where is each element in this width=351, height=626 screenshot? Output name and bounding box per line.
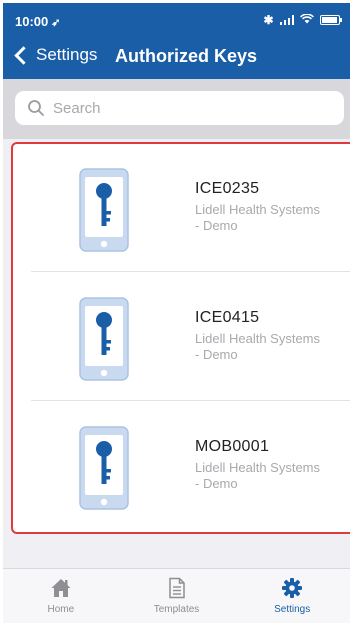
cell-signal-icon: [279, 15, 294, 25]
top-bar: 10:00 ➶ ✱ Settings Authorized Keys: [3, 3, 350, 79]
phone-key-icon: [79, 297, 129, 381]
key-organization: Lidell Health Systems - Demo: [195, 460, 320, 492]
key-id: MOB0001: [195, 438, 270, 455]
tab-label: Settings: [274, 604, 311, 615]
authorized-keys-list: ICE0235 Lidell Health Systems - Demo ICE…: [11, 142, 350, 534]
key-organization-line: Lidell Health Systems: [195, 460, 320, 475]
key-id: ICE0235: [195, 180, 260, 197]
search-bar-container: [3, 79, 350, 139]
app-screen: 10:00 ➶ ✱ Settings Authorized Keys Searc…: [0, 0, 351, 626]
home-icon: [51, 579, 71, 597]
status-indicators: ✱: [263, 13, 342, 27]
status-time-text: 10:00: [15, 14, 49, 29]
bluetooth-icon: ✱: [263, 13, 274, 27]
key-details: ICE0235 Lidell Health Systems - Demo: [195, 180, 320, 234]
tab-templates[interactable]: Templates: [119, 569, 235, 623]
back-button-label: Settings: [36, 45, 98, 64]
list-item[interactable]: ICE0415 Lidell Health Systems - Demo: [13, 273, 350, 401]
row-divider: [31, 271, 350, 272]
wifi-icon: [300, 13, 314, 27]
tab-label: Templates: [153, 604, 200, 615]
app-frame: 10:00 ➶ ✱ Settings Authorized Keys Searc…: [3, 3, 350, 623]
key-organization-suffix: - Demo: [195, 347, 238, 362]
tab-bar: Home Templates Settings: [3, 568, 350, 623]
chevron-left-icon: [14, 45, 33, 65]
back-button[interactable]: Settings: [13, 45, 97, 65]
key-details: ICE0415 Lidell Health Systems - Demo: [195, 309, 320, 363]
key-organization: Lidell Health Systems - Demo: [195, 331, 320, 363]
location-arrow-icon: ➶: [51, 17, 61, 29]
phone-key-icon: [79, 426, 129, 510]
battery-icon: [320, 15, 342, 25]
row-divider: [31, 400, 350, 401]
key-id: ICE0415: [195, 309, 260, 326]
search-bar[interactable]: [15, 91, 344, 125]
key-organization-line: Lidell Health Systems: [195, 202, 320, 217]
list-item[interactable]: MOB0001 Lidell Health Systems - Demo: [13, 402, 350, 530]
search-icon: [28, 100, 44, 116]
tab-home[interactable]: Home: [3, 569, 119, 623]
phone-key-icon: [79, 168, 129, 252]
search-input[interactable]: [51, 98, 305, 118]
key-details: MOB0001 Lidell Health Systems - Demo: [195, 438, 320, 492]
document-icon: [168, 577, 185, 599]
page-title: Authorized Keys: [115, 46, 258, 66]
status-bar: 10:00 ➶ ✱: [3, 3, 350, 33]
tab-settings[interactable]: Settings: [234, 569, 350, 623]
key-organization: Lidell Health Systems - Demo: [195, 202, 320, 234]
tab-label: Home: [47, 604, 75, 615]
status-time: 10:00 ➶: [15, 14, 60, 29]
gear-icon: [282, 578, 303, 598]
key-organization-line: Lidell Health Systems: [195, 331, 320, 346]
key-organization-suffix: - Demo: [195, 476, 238, 491]
navigation-bar: Settings Authorized Keys: [3, 39, 350, 75]
key-organization-suffix: - Demo: [195, 218, 238, 233]
list-item[interactable]: ICE0235 Lidell Health Systems - Demo: [13, 144, 350, 272]
